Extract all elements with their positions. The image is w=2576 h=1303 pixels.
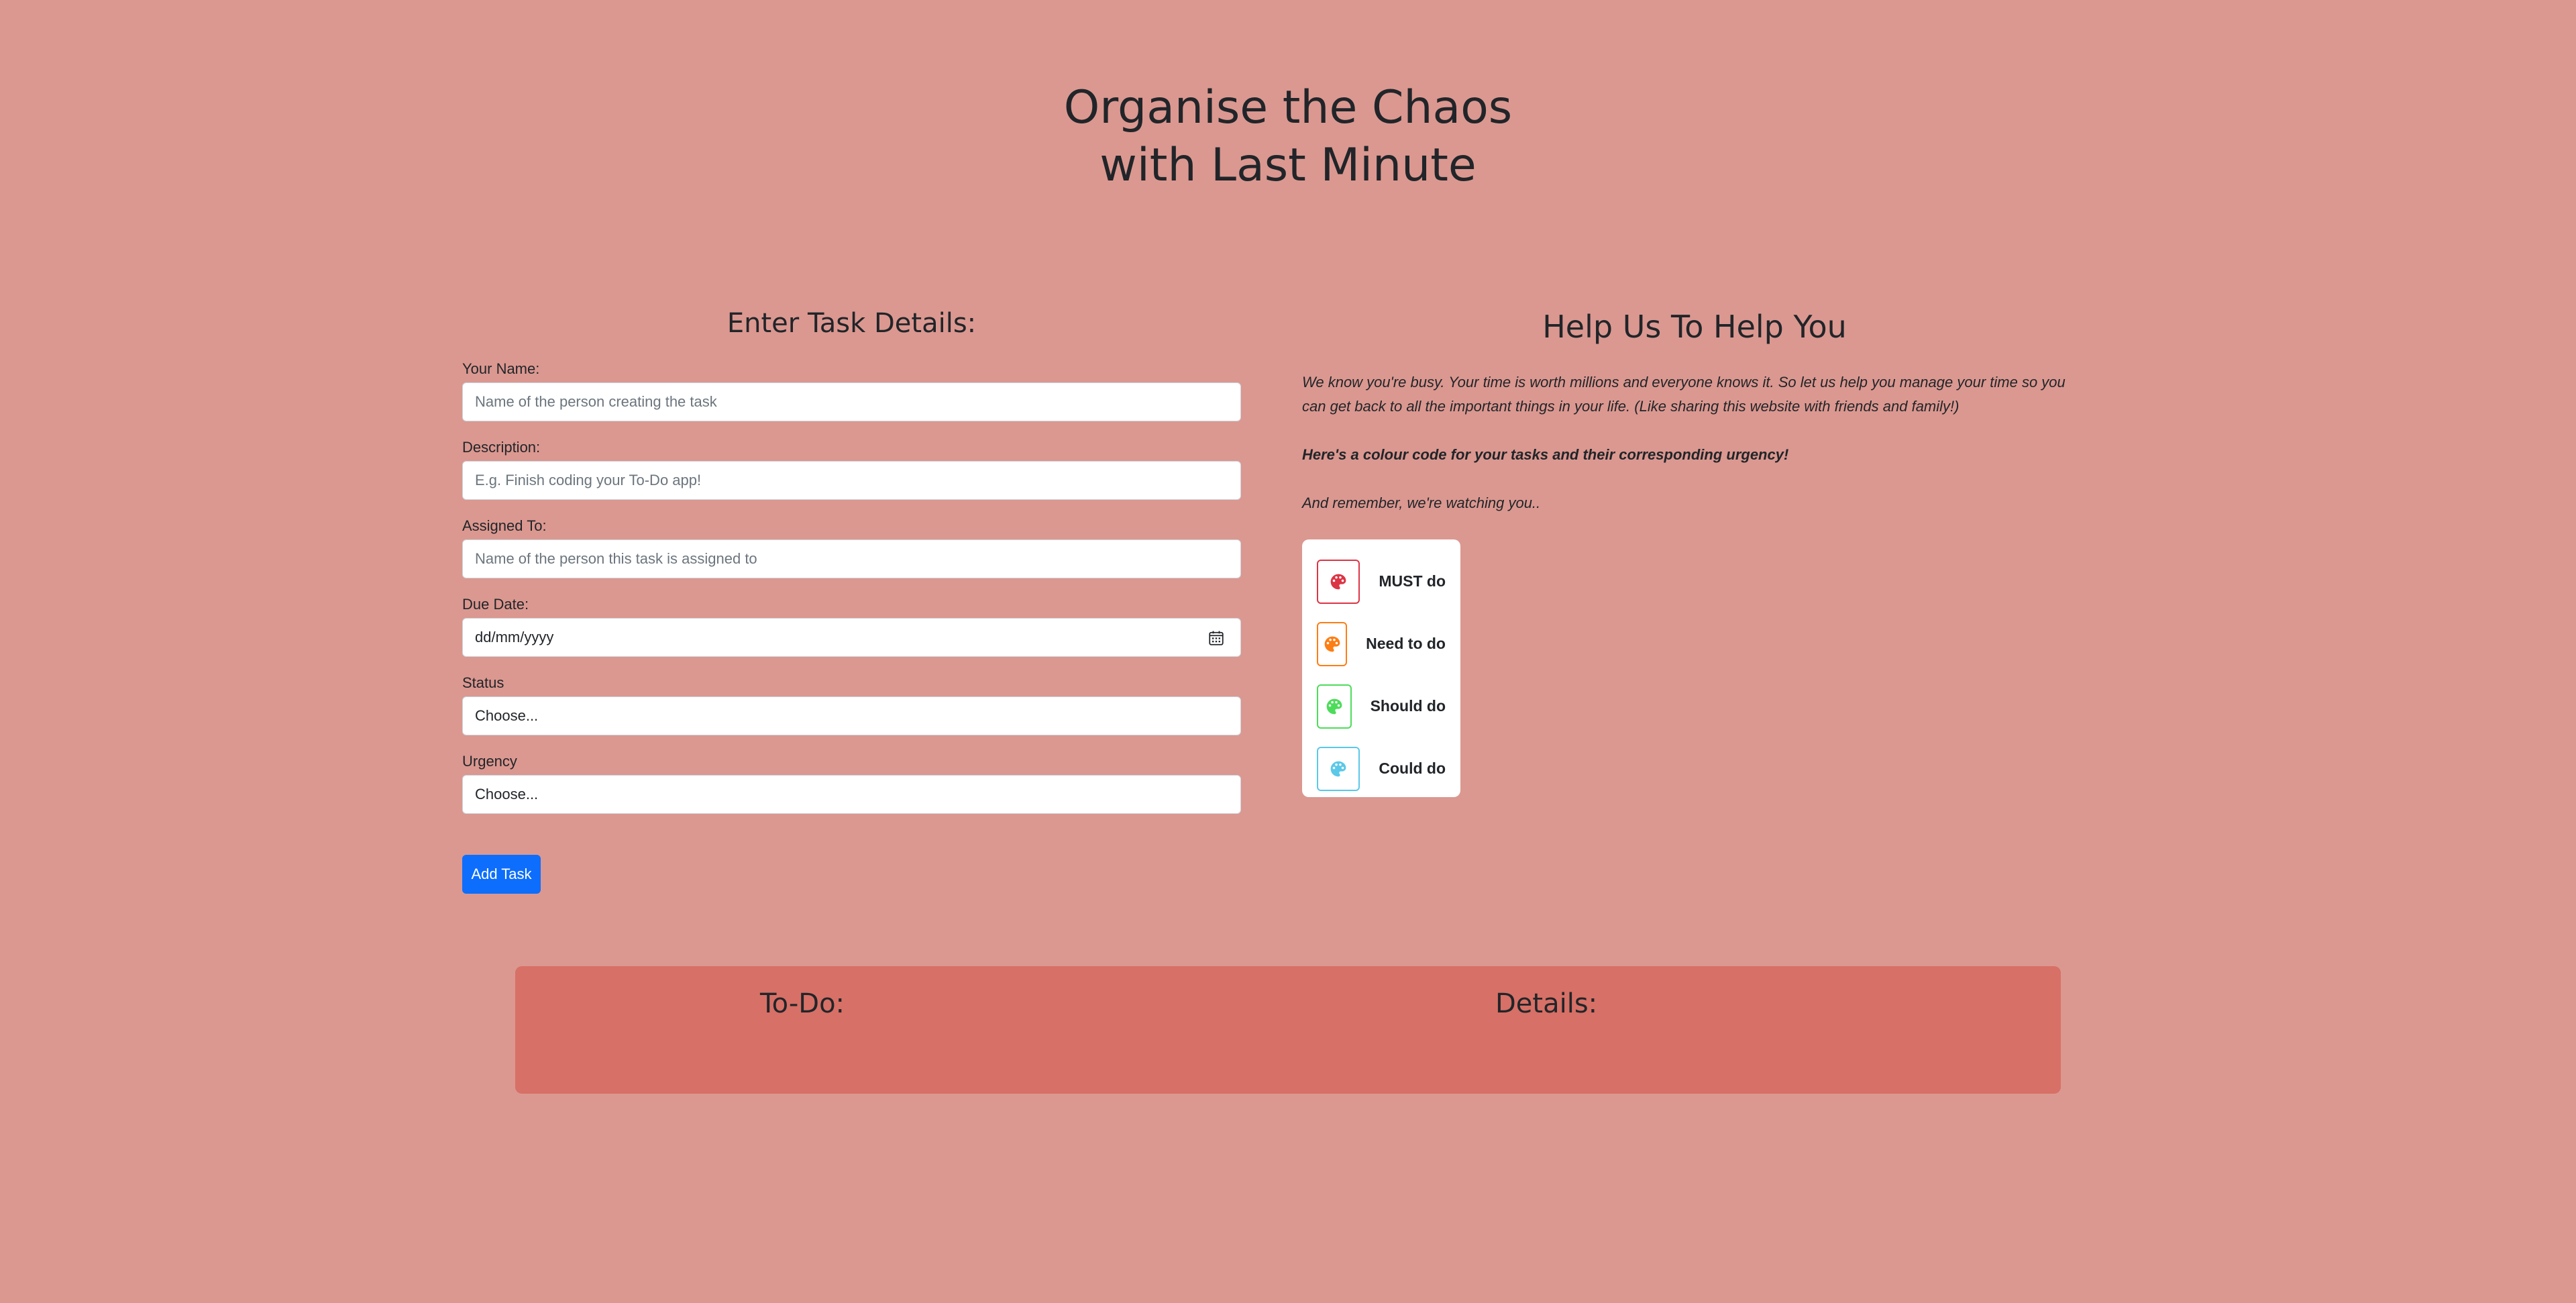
colour-code-text: Here's a colour code for your tasks and … (1302, 446, 1789, 463)
must-do-label: MUST do (1379, 572, 1446, 590)
name-input-placeholder: Name of the person creating the task (475, 393, 717, 410)
page-title-line-2: with Last Minute (1099, 139, 1477, 192)
legend-item-need-to-do: Need to do (1317, 613, 1446, 675)
description-label: Description: (462, 439, 541, 456)
task-form: Enter Task Details: Your Name: Name of t… (462, 303, 1241, 894)
palette-icon (1330, 761, 1346, 776)
need-to-do-label: Need to do (1366, 635, 1446, 652)
status-field-group: Status Choose... (462, 673, 1241, 751)
help-intro: We know you're busy. Your time is worth … (1302, 374, 2065, 415)
urgency-select-value: Choose... (475, 786, 539, 802)
assigned-to-input[interactable]: Name of the person this task is assigned… (462, 539, 1241, 578)
palette-icon (1324, 636, 1340, 652)
details-heading: Details: (1495, 988, 1598, 1019)
assigned-to-field-group: Assigned To: Name of the person this tas… (462, 516, 1241, 594)
assigned-to-input-placeholder: Name of the person this task is assigned… (475, 550, 757, 567)
should-do-swatch (1317, 684, 1352, 729)
calendar-icon[interactable] (1208, 630, 1224, 646)
name-input[interactable]: Name of the person creating the task (462, 382, 1241, 421)
need-to-do-swatch (1317, 621, 1348, 666)
legend-item-should-do: Should do (1317, 675, 1446, 737)
page: Organise the Chaos with Last Minute Ente… (0, 0, 2576, 1303)
due-date-input[interactable]: dd/mm/yyyy (462, 618, 1241, 657)
could-do-swatch (1317, 746, 1360, 791)
must-do-swatch (1317, 559, 1360, 604)
status-select[interactable]: Choose... (462, 696, 1241, 735)
should-do-label: Should do (1370, 697, 1446, 715)
could-do-label: Could do (1379, 760, 1446, 777)
name-field-group: Your Name: Name of the person creating t… (462, 359, 1241, 437)
due-date-field-group: Due Date: dd/mm/yyyy (462, 594, 1241, 673)
description-input-placeholder: E.g. Finish coding your To-Do app! (475, 472, 702, 488)
page-title-line-1: Organise the Chaos (1063, 81, 1513, 134)
urgency-label: Urgency (462, 753, 517, 770)
name-label: Your Name: (462, 360, 540, 377)
palette-icon (1326, 698, 1342, 714)
task-board: To-Do: Details: (515, 966, 2061, 1094)
legend-item-must-do: MUST do (1317, 550, 1446, 613)
page-title: Organise the Chaos with Last Minute (0, 79, 2576, 195)
palette-icon (1330, 574, 1346, 589)
remember-text: And remember, we're watching you.. (1302, 494, 1541, 511)
status-label: Status (462, 674, 504, 691)
description-input[interactable]: E.g. Finish coding your To-Do app! (462, 461, 1241, 500)
help-heading: Help Us To Help You (1542, 309, 1847, 345)
todo-heading: To-Do: (760, 988, 845, 1019)
urgency-field-group: Urgency Choose... (462, 751, 1241, 830)
urgency-select[interactable]: Choose... (462, 775, 1241, 814)
status-select-value: Choose... (475, 707, 539, 724)
due-date-value: dd/mm/yyyy (475, 629, 554, 645)
legend-item-could-do: Could do (1317, 737, 1446, 800)
form-heading: Enter Task Details: (727, 308, 977, 339)
due-date-label: Due Date: (462, 596, 529, 613)
description-field-group: Description: E.g. Finish coding your To-… (462, 437, 1241, 516)
add-task-button[interactable]: Add Task (462, 855, 541, 894)
urgency-legend: MUST do Need to do Should do Could do (1302, 539, 1460, 797)
help-section: Help Us To Help You We know you're busy.… (1302, 306, 2087, 797)
assigned-to-label: Assigned To: (462, 517, 547, 534)
